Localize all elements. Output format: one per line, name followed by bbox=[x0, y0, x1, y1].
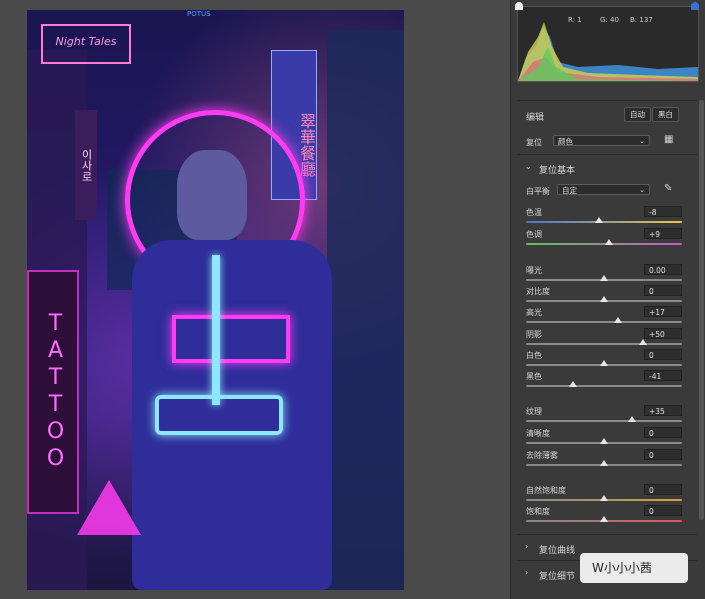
slider-value-field[interactable]: 0 bbox=[644, 427, 682, 438]
auto-button[interactable]: 自动 bbox=[624, 107, 651, 122]
slider-value-field[interactable]: 0 bbox=[644, 449, 682, 460]
slider-thumb[interactable] bbox=[600, 495, 608, 501]
slider-thumb[interactable] bbox=[568, 381, 577, 387]
chevron-down-icon[interactable]: ⌄ bbox=[525, 162, 532, 171]
slider-value-field[interactable]: -8 bbox=[644, 206, 682, 217]
slider-thumb[interactable] bbox=[600, 360, 608, 366]
slider-value-field[interactable]: 0 bbox=[644, 349, 682, 360]
histogram-b: B: 137 bbox=[630, 16, 653, 24]
slider-thumb[interactable] bbox=[600, 296, 608, 302]
wb-label: 白平衡 bbox=[526, 187, 550, 196]
slider-track[interactable] bbox=[526, 321, 682, 323]
photo-preview[interactable]: Night Tales POTUS 翠華餐廳 이사로 TATTOO bbox=[27, 10, 404, 590]
slider-thumb[interactable] bbox=[600, 275, 608, 281]
divider bbox=[517, 154, 697, 155]
panel-scrollbar[interactable] bbox=[699, 100, 704, 520]
sign-korean: 이사로 bbox=[75, 110, 97, 220]
slider-value-field[interactable]: 0 bbox=[644, 285, 682, 296]
wb-value: 自定 bbox=[562, 186, 577, 195]
slider-thumb[interactable] bbox=[600, 438, 608, 444]
profile-select[interactable]: 颜色 ⌄ bbox=[553, 135, 650, 146]
neon-triangle bbox=[77, 480, 141, 535]
slider-label: 对比度 bbox=[526, 287, 550, 296]
figure-head bbox=[177, 150, 247, 240]
profile-label: 复位 bbox=[526, 138, 542, 147]
slider-label: 阴影 bbox=[526, 330, 542, 339]
slider-label: 自然饱和度 bbox=[526, 486, 566, 495]
slider-label: 色温 bbox=[526, 208, 542, 217]
slider-thumb[interactable] bbox=[628, 416, 637, 422]
sign-tattoo: TATTOO bbox=[27, 270, 79, 514]
slider-label: 饱和度 bbox=[526, 507, 550, 516]
building-right bbox=[327, 30, 404, 590]
canvas-area: Night Tales POTUS 翠華餐廳 이사로 TATTOO bbox=[0, 0, 510, 599]
eyedropper-icon[interactable]: ✎ bbox=[664, 183, 672, 194]
detail-section-title[interactable]: 复位细节 bbox=[539, 569, 575, 582]
bw-button[interactable]: 黑白 bbox=[652, 107, 679, 122]
sign-night-tales: Night Tales bbox=[41, 24, 131, 64]
slider-label: 纹理 bbox=[526, 407, 542, 416]
slider-label: 白色 bbox=[526, 351, 542, 360]
slider-label: 黑色 bbox=[526, 372, 542, 381]
neon-strap bbox=[212, 255, 220, 405]
histogram-r: R: 1 bbox=[568, 16, 582, 24]
slider-value-field[interactable]: +17 bbox=[644, 306, 682, 317]
profile-value: 颜色 bbox=[558, 137, 573, 146]
slider-thumb[interactable] bbox=[614, 317, 623, 323]
watermark: W小小小茜 bbox=[580, 553, 688, 583]
slider-value-field[interactable]: +50 bbox=[644, 328, 682, 339]
slider-value-field[interactable]: -41 bbox=[644, 370, 682, 381]
develop-panel: R: 1 G: 40 B: 137 编辑 自动 黑白 复位 颜色 ⌄ ▦ ⌄ 复位… bbox=[510, 0, 705, 599]
chevron-down-icon: ⌄ bbox=[639, 186, 645, 194]
slider-label: 色调 bbox=[526, 230, 542, 239]
histogram-g: G: 40 bbox=[600, 16, 619, 24]
wb-select[interactable]: 自定 ⌄ bbox=[557, 184, 650, 195]
edit-title: 编辑 bbox=[526, 113, 545, 123]
slider-track[interactable] bbox=[526, 385, 682, 387]
divider bbox=[517, 100, 697, 101]
slider-value-field[interactable]: 0.00 bbox=[644, 264, 682, 275]
neon-harness-chest bbox=[172, 315, 290, 363]
slider-value-field[interactable]: +9 bbox=[644, 228, 682, 239]
shadow-clip-icon[interactable] bbox=[515, 2, 523, 10]
histogram: R: 1 G: 40 B: 137 bbox=[517, 6, 699, 82]
slider-thumb[interactable] bbox=[595, 217, 604, 223]
slider-value-field[interactable]: +35 bbox=[644, 405, 682, 416]
slider-value-field[interactable]: 0 bbox=[644, 484, 682, 495]
highlight-clip-icon[interactable] bbox=[691, 2, 699, 10]
slider-value-field[interactable]: 0 bbox=[644, 505, 682, 516]
chevron-right-icon[interactable]: › bbox=[525, 542, 528, 551]
slider-label: 清晰度 bbox=[526, 429, 550, 438]
slider-label: 高光 bbox=[526, 308, 542, 317]
chevron-right-icon[interactable]: › bbox=[525, 568, 528, 577]
watermark-text: W小小小茜 bbox=[592, 561, 652, 575]
basic-section-title[interactable]: 复位基本 bbox=[539, 163, 575, 176]
slider-track[interactable] bbox=[526, 343, 682, 345]
divider bbox=[517, 534, 697, 535]
slider-thumb[interactable] bbox=[600, 460, 608, 466]
slider-track[interactable] bbox=[526, 221, 682, 223]
top-text: POTUS bbox=[187, 10, 211, 18]
grid-icon[interactable]: ▦ bbox=[664, 134, 673, 145]
slider-track[interactable] bbox=[526, 420, 682, 422]
slider-label: 曝光 bbox=[526, 266, 542, 275]
curve-section-title[interactable]: 复位曲线 bbox=[539, 543, 575, 556]
chevron-down-icon: ⌄ bbox=[639, 137, 645, 145]
slider-label: 去除薄雾 bbox=[526, 451, 558, 460]
slider-thumb[interactable] bbox=[600, 516, 608, 522]
slider-thumb[interactable] bbox=[604, 239, 613, 245]
slider-thumb[interactable] bbox=[639, 339, 647, 345]
